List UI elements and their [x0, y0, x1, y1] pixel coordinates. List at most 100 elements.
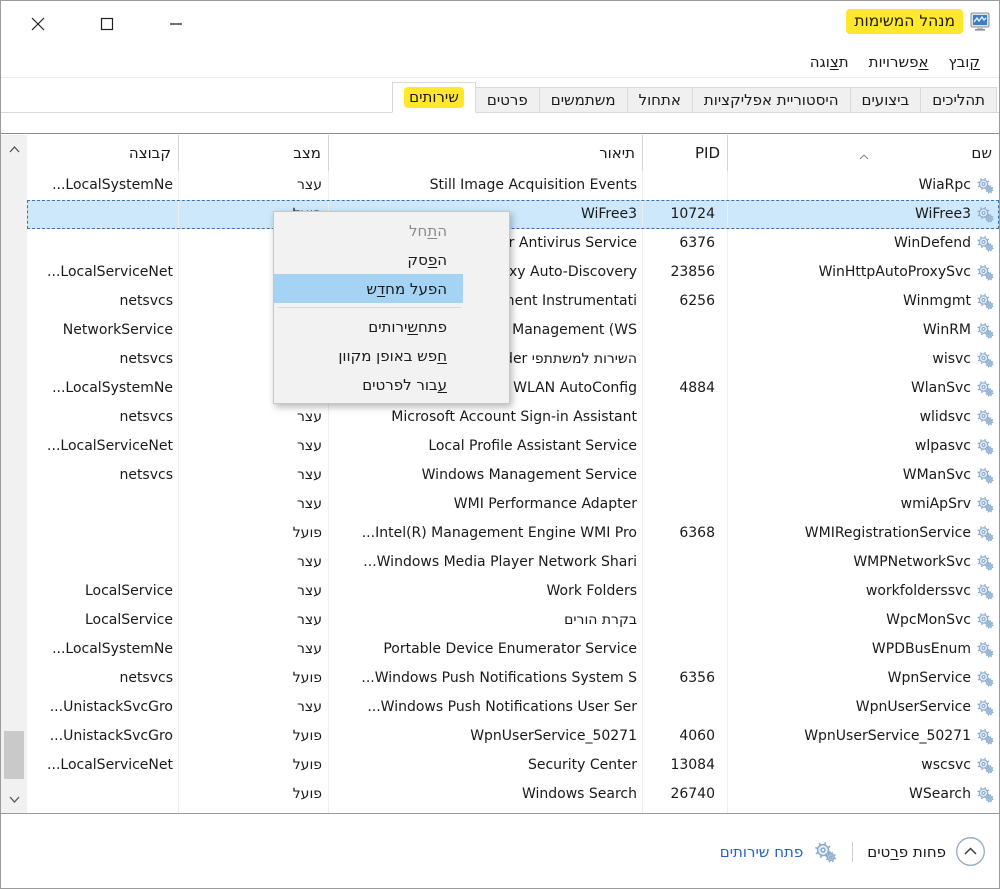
menu-icon-gutter	[463, 245, 509, 274]
services-gear-icon	[975, 409, 995, 426]
column-header-status[interactable]: מצב	[178, 135, 328, 171]
service-name: WlanSvc	[911, 374, 971, 403]
service-row-WiFree3[interactable]: WiFree310724WiFree3פועל	[27, 200, 999, 229]
services-gear-icon	[975, 496, 995, 513]
tab-startup[interactable]: אתחול	[627, 87, 693, 113]
service-pid	[642, 577, 727, 606]
service-name-cell: WpcMonSvc	[727, 606, 999, 635]
service-group: ...UnistackSvcGro	[27, 693, 178, 722]
service-name-cell: wlpasvc	[727, 432, 999, 461]
context-menu-item-stop[interactable]: הפסק	[274, 245, 509, 274]
service-row-wscsvc[interactable]: wscsvc13084Security Centerפועל...LocalSe…	[27, 751, 999, 780]
column-header-label: תיאור	[599, 144, 635, 162]
service-status: עצר	[178, 577, 328, 606]
service-status: עצר	[178, 403, 328, 432]
scroll-down-button[interactable]	[1, 789, 27, 809]
service-description: Microsoft Account Sign-in Assistant	[328, 403, 642, 432]
context-menu-item-open-services[interactable]: פתח שירותים	[274, 312, 509, 341]
service-row-WMIRegistrationService[interactable]: WMIRegistrationService6368...Intel(R) Ma…	[27, 519, 999, 548]
service-name-cell: WinDefend	[727, 229, 999, 258]
service-row-WManSvc[interactable]: WManSvcWindows Management Serviceעצרnets…	[27, 461, 999, 490]
scroll-up-button[interactable]	[1, 139, 27, 159]
service-name-cell: WMPNetworkSvc	[727, 548, 999, 577]
service-row-WiaRpc[interactable]: WiaRpcStill Image Acquisition Eventsעצר.…	[27, 171, 999, 200]
open-services-link[interactable]: פתח שירותים	[720, 843, 804, 861]
service-row-WpnUserService_50271[interactable]: WpnUserService_502714060WpnUserService_5…	[27, 722, 999, 751]
menu-file[interactable]: קובץ	[938, 49, 990, 75]
service-row-WlanSvc[interactable]: WlanSvc4884WLAN AutoConfigפועל...LocalSy…	[27, 374, 999, 403]
service-description: ...Windows Push Notifications System S	[328, 664, 642, 693]
service-row-WinRM[interactable]: WinRM...Windows Remote Management (WSעצר…	[27, 316, 999, 345]
service-row-workfolderssvc[interactable]: workfolderssvcWork FoldersעצרLocalServic…	[27, 577, 999, 606]
maximize-button[interactable]	[96, 13, 118, 35]
service-row-WinDefend[interactable]: WinDefend6376...Defender Antivirus Servi…	[27, 229, 999, 258]
service-name-cell: wisvc	[727, 345, 999, 374]
service-row-WPDBusEnum[interactable]: WPDBusEnumPortable Device Enumerator Ser…	[27, 635, 999, 664]
service-status: עצר	[178, 490, 328, 519]
services-gear-icon	[975, 293, 995, 310]
service-row-wmiApSrv[interactable]: wmiApSrvWMI Performance Adapterעצר	[27, 490, 999, 519]
service-group: NetworkService	[27, 316, 178, 345]
services-gear-icon	[812, 841, 838, 863]
column-header-desc[interactable]: תיאור	[328, 135, 642, 171]
menu-icon-gutter	[463, 312, 509, 341]
services-gear-icon	[975, 554, 995, 571]
service-name: WPDBusEnum	[872, 635, 971, 664]
column-header-name[interactable]: שם	[727, 135, 999, 171]
service-row-WpcMonSvc[interactable]: WpcMonSvcבקרת הוריםעצרLocalService	[27, 606, 999, 635]
service-row-WpnUserService[interactable]: WpnUserService...Windows Push Notificati…	[27, 693, 999, 722]
service-row-WinHttpAutoProxySvc[interactable]: WinHttpAutoProxySvc23856...Web Proxy Aut…	[27, 258, 999, 287]
service-group: netsvcs	[27, 664, 178, 693]
menu-item-label: עבור לפרטים	[274, 370, 463, 399]
column-header-pid[interactable]: PID	[642, 135, 727, 171]
menu-item-label: הפסק	[274, 245, 463, 274]
context-menu-item-search-online[interactable]: חפש באופן מקוון	[274, 341, 509, 370]
vertical-scrollbar[interactable]	[1, 135, 27, 813]
service-status: פועל	[178, 722, 328, 751]
menu-item-label: חפש באופן מקוון	[274, 341, 463, 370]
menu-options[interactable]: אפשרויות	[859, 49, 939, 75]
service-row-WSearch[interactable]: WSearch26740Windows Searchפועל	[27, 780, 999, 809]
service-group: ...LocalSystemNe	[27, 374, 178, 403]
service-status: עצר	[178, 606, 328, 635]
services-gear-icon	[975, 351, 995, 368]
close-button[interactable]	[27, 13, 49, 35]
service-group	[27, 780, 178, 809]
service-row-WMPNetworkSvc[interactable]: WMPNetworkSvc...Windows Media Player Net…	[27, 548, 999, 577]
fewer-details-button[interactable]	[955, 836, 986, 867]
service-name: WpnUserService	[856, 693, 971, 722]
service-name: wlidsvc	[920, 403, 971, 432]
context-menu-item-go-to-details[interactable]: עבור לפרטים	[274, 370, 509, 399]
menu-view[interactable]: תצוגה	[800, 49, 859, 75]
service-row-Winmgmt[interactable]: Winmgmt6256...Windows Management Instrum…	[27, 287, 999, 316]
tab-details[interactable]: פרטים	[475, 87, 540, 113]
window-title: מנהל המשימות	[846, 9, 963, 34]
service-pid	[642, 345, 727, 374]
service-row-wisvc[interactable]: wisvcהשירות למשתתפי Windows Insiderעצרne…	[27, 345, 999, 374]
service-description: Windows Management Service	[328, 461, 642, 490]
scrollbar-thumb[interactable]	[4, 731, 24, 779]
tab-services[interactable]: שירותים	[392, 82, 476, 113]
tab-app-history[interactable]: היסטוריית אפליקציות	[692, 87, 851, 113]
tab-performance[interactable]: ביצועים	[850, 87, 922, 113]
tab-users[interactable]: משתמשים	[539, 87, 628, 113]
minimize-button[interactable]	[165, 13, 187, 35]
tab-processes[interactable]: תהליכים	[920, 87, 997, 113]
service-pid	[642, 432, 727, 461]
task-manager-window: מנהל המשימות קובץאפשרויותתצוגה תהליכיםבי…	[0, 0, 1000, 889]
services-gear-icon	[975, 438, 995, 455]
context-menu-item-restart[interactable]: הפעל מחדש	[274, 274, 509, 303]
service-row-wlidsvc[interactable]: wlidsvc Microsoft Account Sign-in Assista…	[27, 403, 999, 432]
column-header-label: PID	[695, 144, 720, 162]
service-status: פועל	[178, 751, 328, 780]
service-description: Windows Search	[328, 780, 642, 809]
service-group	[27, 548, 178, 577]
menu-icon-gutter	[463, 370, 509, 399]
context-menu: התחלהפסקהפעל מחדשפתח שירותיםחפש באופן מק…	[273, 211, 510, 404]
service-pid: 4884	[642, 374, 727, 403]
service-pid	[642, 548, 727, 577]
service-row-WpnService[interactable]: WpnService6356...Windows Push Notificati…	[27, 664, 999, 693]
service-row-wlpasvc[interactable]: wlpasvcLocal Profile Assistant Serviceעצ…	[27, 432, 999, 461]
service-name-cell: wscsvc	[727, 751, 999, 780]
column-header-group[interactable]: קבוצה	[27, 135, 178, 171]
